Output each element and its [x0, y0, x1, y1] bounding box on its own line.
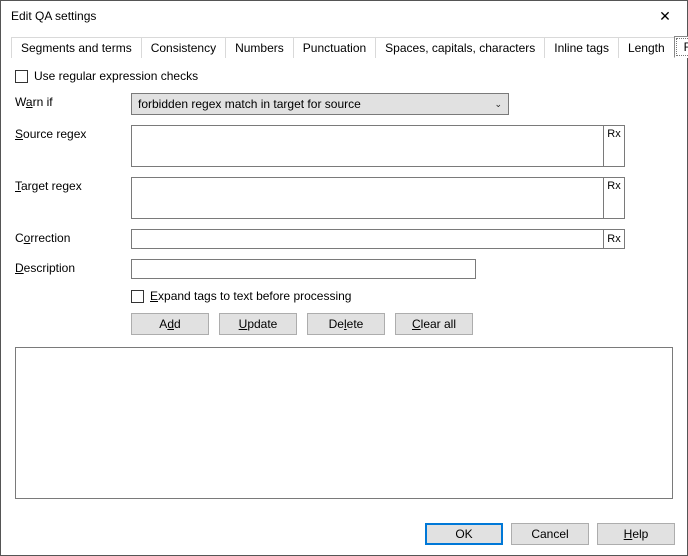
tab-strip: Segments and terms Consistency Numbers P… [11, 35, 677, 57]
tab-punctuation[interactable]: Punctuation [293, 37, 376, 58]
source-regex-input[interactable] [131, 125, 603, 167]
ok-button[interactable]: OK [425, 523, 503, 545]
tab-inline-tags[interactable]: Inline tags [544, 37, 619, 58]
expand-tags-checkbox[interactable] [131, 290, 144, 303]
target-regex-label: Target regex [15, 177, 125, 193]
expand-tags-row: Expand tags to text before processing [131, 289, 673, 303]
dialog-footer: OK Cancel Help [425, 523, 675, 545]
tab-numbers[interactable]: Numbers [225, 37, 294, 58]
clear-all-button[interactable]: Clear all [395, 313, 473, 335]
tab-spaces-capitals-characters[interactable]: Spaces, capitals, characters [375, 37, 545, 58]
chevron-down-icon: ⌄ [494, 99, 502, 110]
action-button-row: Add Update Delete Clear all [131, 313, 673, 335]
tab-content: Use regular expression checks Warn if fo… [1, 57, 687, 509]
expand-tags-label: Expand tags to text before processing [150, 289, 351, 303]
target-regex-rx-button[interactable]: Rx [603, 177, 625, 219]
add-button[interactable]: Add [131, 313, 209, 335]
target-regex-input[interactable] [131, 177, 603, 219]
update-button[interactable]: Update [219, 313, 297, 335]
delete-button[interactable]: Delete [307, 313, 385, 335]
description-input[interactable] [131, 259, 476, 279]
correction-rx-button[interactable]: Rx [603, 229, 625, 249]
target-regex-field-wrap: Rx [131, 177, 625, 219]
use-regex-checks-label: Use regular expression checks [34, 69, 198, 83]
use-regex-checks-row: Use regular expression checks [15, 69, 673, 83]
help-button[interactable]: Help [597, 523, 675, 545]
tab-regex[interactable]: Regex [674, 36, 688, 58]
tab-length[interactable]: Length [618, 37, 675, 58]
title-bar: Edit QA settings ✕ [1, 1, 687, 31]
description-label: Description [15, 259, 125, 275]
source-regex-rx-button[interactable]: Rx [603, 125, 625, 167]
close-icon: ✕ [659, 8, 671, 25]
cancel-button[interactable]: Cancel [511, 523, 589, 545]
warn-if-label: Warn if [15, 93, 125, 109]
close-button[interactable]: ✕ [643, 1, 687, 31]
warn-if-dropdown[interactable]: forbidden regex match in target for sour… [131, 93, 509, 115]
window-title: Edit QA settings [11, 9, 96, 23]
regex-form: Warn if forbidden regex match in target … [15, 93, 673, 303]
tab-segments-and-terms[interactable]: Segments and terms [11, 37, 142, 58]
use-regex-checks-checkbox[interactable] [15, 70, 28, 83]
source-regex-label: Source regex [15, 125, 125, 141]
correction-label: Correction [15, 229, 125, 245]
tab-consistency[interactable]: Consistency [141, 37, 226, 58]
correction-field-wrap: Rx [131, 229, 625, 249]
rules-list[interactable] [15, 347, 673, 499]
source-regex-field-wrap: Rx [131, 125, 625, 167]
correction-input[interactable] [131, 229, 603, 249]
warn-if-value: forbidden regex match in target for sour… [138, 97, 361, 111]
